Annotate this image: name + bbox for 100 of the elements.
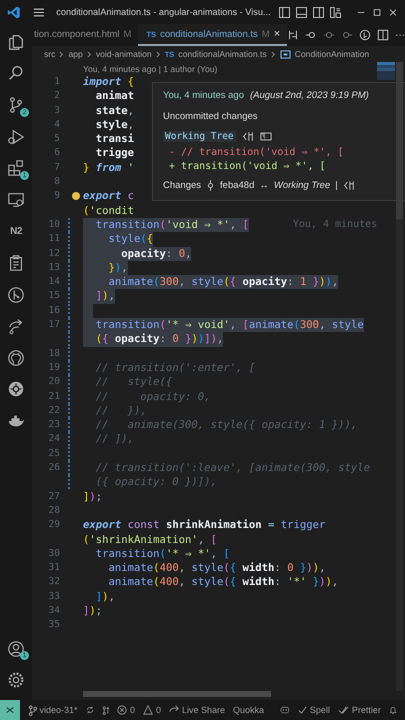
warning-count[interactable]: 0	[156, 705, 162, 715]
code-line: state,	[94, 104, 134, 118]
code-line: // animate(300, style({ opacity: 1 })),	[94, 418, 358, 432]
split-editor-icon[interactable]	[377, 29, 390, 41]
timeline-icon[interactable]	[359, 29, 372, 41]
vertical-scrollbar[interactable]	[396, 62, 403, 691]
copilot-icon[interactable]	[280, 705, 290, 715]
run-debug-icon[interactable]	[7, 128, 25, 146]
code-line: transi	[94, 132, 134, 146]
maximize-icon[interactable]	[372, 8, 381, 16]
line-number: 12	[48, 246, 60, 261]
bell-icon[interactable]	[388, 705, 397, 715]
circle-icon[interactable]	[323, 29, 336, 41]
extensions-icon[interactable]	[7, 159, 25, 178]
search-icon[interactable]	[7, 64, 25, 82]
customize-layout-icon[interactable]	[330, 6, 341, 18]
more-actions-button[interactable]: ···	[395, 30, 405, 40]
next-change-icon[interactable]	[341, 29, 354, 41]
diff-line: + transition('void ⇒ *', [	[169, 160, 326, 172]
line-number: 7	[53, 160, 60, 175]
line-number: 2	[53, 89, 60, 104]
code-line: animate(400, style({ width: '*' })),	[108, 575, 338, 590]
live-share-button[interactable]: Live Share	[182, 705, 226, 715]
breadcrumb-item[interactable]: src	[44, 49, 56, 59]
code-line: // style({	[94, 375, 172, 390]
monitor-icon[interactable]	[7, 190, 25, 209]
vscode-logo-icon	[7, 4, 21, 20]
code-line: animate(400, style({ width: 0 })),	[108, 561, 326, 576]
git-graph-icon[interactable]	[7, 286, 25, 304]
horizontal-scrollbar[interactable]	[83, 691, 271, 697]
code-line: transition('* ⇒ *', [	[94, 546, 230, 562]
source-control-icon[interactable]	[7, 96, 25, 114]
breadcrumb-item[interactable]: ConditionAnimation	[294, 49, 370, 59]
settings-icon[interactable]	[7, 671, 25, 690]
line-number: 5	[53, 132, 60, 146]
line-number: 18	[48, 346, 60, 361]
breadcrumb-item[interactable]: app	[68, 49, 83, 59]
code-line: ]);	[83, 490, 102, 504]
chevron-right-icon	[270, 50, 276, 58]
status-item[interactable]: Quokka	[233, 705, 264, 715]
helm-wheel-icon[interactable]	[7, 380, 25, 398]
line-number: 23	[48, 418, 60, 432]
line-number: 25	[48, 446, 60, 461]
code-line: ]);	[83, 604, 102, 618]
code-line: // ]),	[94, 432, 134, 447]
code-line: animat	[94, 89, 134, 104]
lightbulb-icon[interactable]	[72, 192, 80, 200]
chevron-right-icon	[156, 50, 161, 58]
code-line: ({ opacity: 0 })]),	[94, 475, 217, 490]
code-line: } from '	[83, 160, 134, 176]
warning-icon	[143, 705, 153, 715]
compare-icon[interactable]	[342, 180, 355, 191]
separator: |	[335, 180, 338, 191]
account-icon[interactable]	[7, 640, 25, 658]
breadcrumb-item[interactable]: void-animation	[96, 49, 152, 59]
code-line: ]),	[94, 590, 115, 604]
line-number: 15	[48, 289, 60, 304]
secondary-sidebar-icon[interactable]	[312, 6, 324, 18]
clipboard-icon[interactable]	[7, 254, 25, 272]
code-line: ('condit	[83, 204, 134, 218]
extension-logo[interactable]: N2	[10, 226, 22, 237]
close-icon[interactable]	[388, 8, 397, 16]
live-share-icon[interactable]	[7, 317, 25, 336]
changes-link[interactable]: Changes	[163, 180, 202, 191]
code-line: // transition(':enter', [	[94, 360, 256, 376]
github-icon[interactable]	[7, 348, 25, 367]
spell-check-button[interactable]: Spell	[310, 705, 330, 715]
sidebar-layout-icon[interactable]	[278, 6, 290, 18]
remote-button[interactable]	[0, 700, 20, 720]
working-tree-link[interactable]: Working Tree	[274, 180, 330, 191]
chevron-right-icon	[59, 50, 64, 58]
line-number: 32	[48, 575, 60, 590]
branch-name[interactable]: video-31*	[40, 705, 78, 715]
line-number: 10	[48, 218, 60, 232]
breadcrumb-item[interactable]: conditionalAnimation.ts	[178, 49, 267, 59]
line-number: 13	[48, 260, 60, 275]
double-check-icon	[338, 706, 349, 714]
compare-icon[interactable]	[242, 131, 254, 142]
sync-icon[interactable]	[86, 705, 94, 715]
prettier-button[interactable]: Prettier	[352, 705, 381, 715]
error-count[interactable]: 0	[130, 705, 135, 715]
commit-sha-link[interactable]: feba48d	[220, 180, 254, 191]
line-number: 28	[48, 504, 60, 518]
editor-tab[interactable]: tion.component.html M	[32, 24, 138, 46]
line-number: 27	[48, 490, 60, 504]
code-line: style,	[94, 118, 134, 132]
open-file-icon[interactable]	[260, 131, 272, 142]
branch-compare-icon[interactable]	[102, 704, 109, 716]
panel-layout-icon[interactable]	[296, 6, 307, 18]
line-number: 4	[53, 118, 60, 132]
inline-blame: You, 4 minutes	[292, 218, 378, 232]
minimap-drawing[interactable]	[377, 62, 395, 80]
code-line: // transition(':leave', [animate(300, style	[94, 461, 370, 476]
previous-change-icon[interactable]	[305, 29, 318, 41]
codelens-blame[interactable]: You, 4 minutes ago | 1 author (You)	[83, 64, 218, 74]
error-icon	[116, 705, 127, 715]
files-icon[interactable]	[7, 32, 25, 51]
compare-changes-icon[interactable]	[287, 29, 300, 41]
menu-icon[interactable]	[32, 6, 44, 18]
code-line: export const shrinkAnimation = trigger	[83, 518, 326, 532]
